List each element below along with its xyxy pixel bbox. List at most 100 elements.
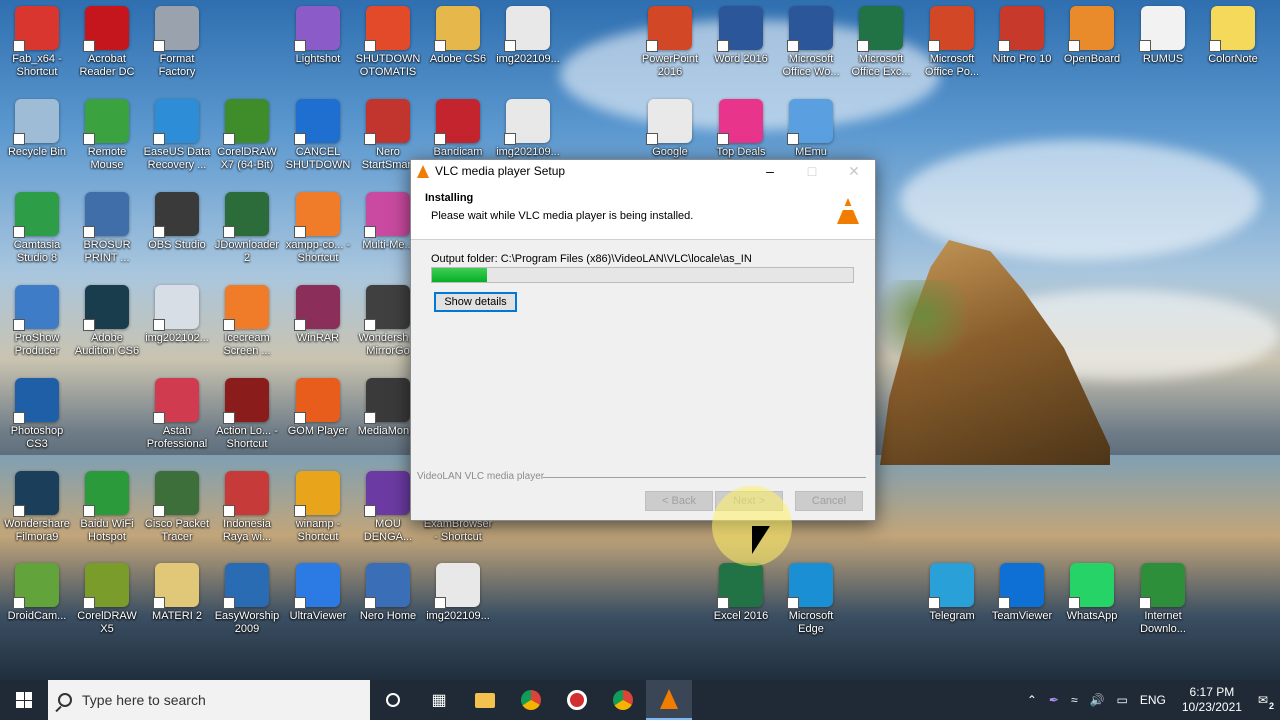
desktop-icon[interactable]: CANCEL SHUTDOWN	[282, 99, 354, 172]
desktop-icon-label: Telegram	[929, 610, 975, 622]
desktop-icon[interactable]: Camtasia Studio 8	[1, 192, 73, 265]
desktop-icon[interactable]: Wondershare Filmora9	[1, 471, 73, 544]
desktop-icon[interactable]: img202102...	[141, 285, 213, 345]
app-icon	[13, 285, 59, 331]
app-icon	[998, 6, 1044, 52]
desktop-icon[interactable]: Fab_x64 - Shortcut	[1, 6, 73, 79]
desktop-icon[interactable]: Adobe CS6	[422, 6, 494, 66]
app-icon	[153, 285, 199, 331]
desktop-icon-label: TeamViewer	[991, 610, 1053, 622]
desktop-icon[interactable]: Action Lo... - Shortcut	[211, 378, 283, 451]
chrome-icon[interactable]	[508, 680, 554, 720]
desktop-icon[interactable]: Google	[634, 99, 706, 159]
language-indicator[interactable]: ENG	[1140, 693, 1166, 707]
desktop-icon[interactable]: Internet Downlo...	[1127, 563, 1199, 636]
desktop-icon[interactable]: xampp-co... - Shortcut	[282, 192, 354, 265]
desktop-icon[interactable]: JDownloader 2	[211, 192, 283, 265]
task-view-icon[interactable]: ▦	[416, 680, 462, 720]
desktop-icon[interactable]: EaseUS Data Recovery ...	[141, 99, 213, 172]
desktop-icon[interactable]: Format Factory	[141, 6, 213, 79]
cortana-icon[interactable]	[370, 680, 416, 720]
file-explorer-icon[interactable]	[462, 680, 508, 720]
desktop-icon[interactable]: Lightshot	[282, 6, 354, 66]
app-icon	[364, 192, 410, 238]
desktop-icon[interactable]: Icecream Screen ...	[211, 285, 283, 358]
desktop-icon-label: WhatsApp	[1066, 610, 1118, 622]
desktop-icon[interactable]: UltraViewer	[282, 563, 354, 623]
desktop-icon[interactable]: Microsoft Office Wo...	[775, 6, 847, 79]
desktop-icon[interactable]: EasyWorship 2009	[211, 563, 283, 636]
desktop-icon[interactable]: OBS Studio	[141, 192, 213, 252]
desktop-icon[interactable]: MATERI 2	[141, 563, 213, 623]
desktop-icon-label: Cisco Packet Tracer	[144, 518, 210, 543]
desktop-icon[interactable]: OpenBoard	[1056, 6, 1128, 66]
header-title: Installing	[425, 192, 474, 204]
desktop-icon[interactable]: Excel 2016	[705, 563, 777, 623]
minimize-icon[interactable]: –	[749, 160, 791, 182]
start-button[interactable]	[0, 680, 48, 720]
wifi-icon[interactable]: ≈	[1071, 693, 1078, 707]
desktop-icon[interactable]: Adobe Audition CS6	[71, 285, 143, 358]
desktop-icon[interactable]: CorelDRAW X5	[71, 563, 143, 636]
desktop-icon[interactable]: img202109...	[492, 6, 564, 66]
desktop-icon-label: JDownloader 2	[214, 239, 280, 264]
desktop-icon[interactable]: Baidu WiFi Hotspot	[71, 471, 143, 544]
desktop-icon-label: Adobe CS6	[429, 53, 487, 65]
desktop-icon[interactable]: TeamViewer	[986, 563, 1058, 623]
progress-fill	[432, 268, 487, 282]
dialog-titlebar[interactable]: VLC media player Setup – □ ✕	[411, 160, 875, 182]
pen-icon[interactable]: ✒	[1049, 693, 1059, 707]
app-icon	[504, 6, 550, 52]
desktop-icon[interactable]: Nitro Pro 10	[986, 6, 1058, 66]
clock[interactable]: 6:17 PM 10/23/2021	[1182, 685, 1242, 715]
app-icon	[223, 99, 269, 145]
desktop-icon[interactable]: Photoshop CS3	[1, 378, 73, 451]
desktop-icon[interactable]: PowerPoint 2016	[634, 6, 706, 79]
desktop-icon[interactable]: Cisco Packet Tracer	[141, 471, 213, 544]
desktop-icon-label: Indonesia Raya wi...	[222, 518, 272, 543]
recorder-icon[interactable]	[554, 680, 600, 720]
desktop-icon[interactable]: DroidCam...	[1, 563, 73, 623]
desktop-icon[interactable]: Recycle Bin	[1, 99, 73, 159]
desktop-icon[interactable]: Microsoft Office Po...	[916, 6, 988, 79]
app-icon	[364, 6, 410, 52]
vlc-taskbar-icon[interactable]	[646, 680, 692, 720]
desktop-icon[interactable]: winamp - Shortcut	[282, 471, 354, 544]
notification-icon[interactable]: ✉ 2	[1258, 693, 1274, 711]
taskbar-search-box[interactable]: Type here to search	[48, 680, 370, 720]
battery-icon[interactable]: ▭	[1117, 693, 1128, 707]
desktop-icon-label: Photoshop CS3	[10, 425, 64, 450]
desktop-icon[interactable]: ColorNote	[1197, 6, 1269, 66]
chevron-up-icon[interactable]: ⌃	[1027, 693, 1037, 707]
desktop-icon[interactable]: BROSUR PRINT ...	[71, 192, 143, 265]
app-icon	[646, 99, 692, 145]
desktop-icon[interactable]: GOM Player	[282, 378, 354, 438]
desktop-icon[interactable]: Indonesia Raya wi...	[211, 471, 283, 544]
chrome-profile-icon[interactable]	[600, 680, 646, 720]
desktop-icon-label: Recycle Bin	[7, 146, 67, 158]
desktop-icon[interactable]: Top Deals	[705, 99, 777, 159]
desktop-icon[interactable]: Astah Professional	[141, 378, 213, 451]
desktop-icon[interactable]: ProShow Producer	[1, 285, 73, 358]
desktop-icon[interactable]: Acrobat Reader DC	[71, 6, 143, 79]
desktop-icon[interactable]: Microsoft Edge	[775, 563, 847, 636]
desktop-icon[interactable]: Remote Mouse	[71, 99, 143, 172]
desktop-icon[interactable]: Telegram	[916, 563, 988, 623]
vlc-setup-dialog: VLC media player Setup – □ ✕ Installing …	[410, 159, 876, 521]
desktop-icon-label: Microsoft Edge	[788, 610, 834, 635]
desktop-icon[interactable]: WhatsApp	[1056, 563, 1128, 623]
show-details-button[interactable]: Show details	[434, 292, 517, 312]
desktop-icon[interactable]: RUMUS	[1127, 6, 1199, 66]
desktop-icon[interactable]: Word 2016	[705, 6, 777, 66]
volume-icon[interactable]: 🔊	[1090, 693, 1105, 707]
desktop-icon[interactable]: img202109...	[492, 99, 564, 159]
desktop-icon[interactable]: WinRAR	[282, 285, 354, 345]
app-icon	[294, 99, 340, 145]
desktop-icon[interactable]: CorelDRAW X7 (64-Bit)	[211, 99, 283, 172]
desktop-icon[interactable]: Nero Home	[352, 563, 424, 623]
desktop-icon[interactable]: SHUTDOWN OTOMATIS	[352, 6, 424, 79]
desktop-icon[interactable]: img202109...	[422, 563, 494, 623]
desktop-icon[interactable]: Microsoft Office Exc...	[845, 6, 917, 79]
desktop-icon[interactable]: Bandicam	[422, 99, 494, 159]
desktop-icon[interactable]: MEmu	[775, 99, 847, 159]
